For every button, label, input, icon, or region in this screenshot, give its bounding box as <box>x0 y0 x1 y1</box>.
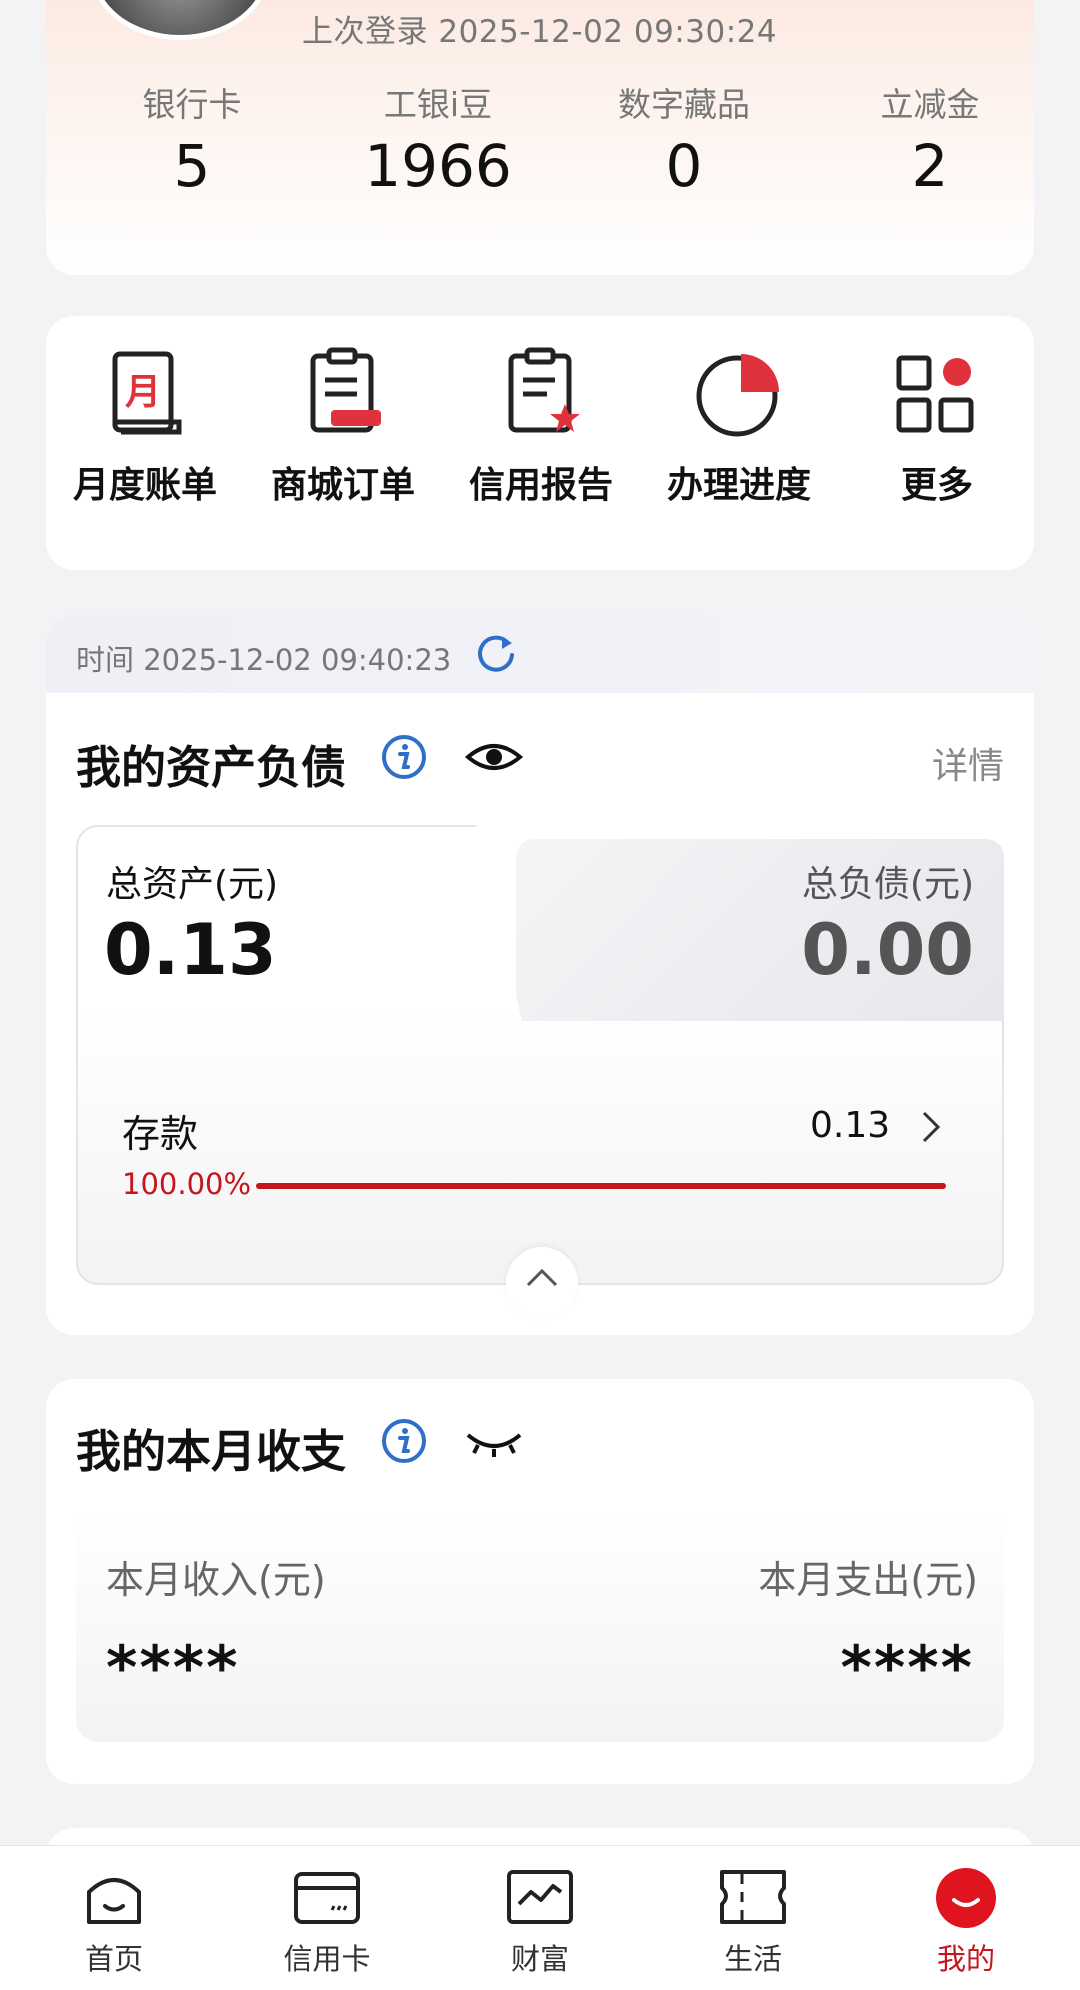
stat-i-beans[interactable]: 工银i豆 1966 <box>338 78 538 200</box>
wealth-icon <box>507 1870 573 1924</box>
deposit-progress-fill <box>256 1183 946 1189</box>
info-icon[interactable] <box>380 733 428 781</box>
monthly-title: 我的本月收支 <box>76 1425 347 1478</box>
chevron-up-icon <box>526 1268 558 1287</box>
quick-action-mall-order[interactable]: 商城订单 <box>258 346 428 508</box>
income-value: **** <box>106 1633 240 1703</box>
stat-digital-collectibles[interactable]: 数字藏品 0 <box>584 78 784 200</box>
bottom-nav: 首页 信用卡 财富 生活 我的 <box>0 1845 1080 1990</box>
life-icon <box>720 1870 786 1924</box>
quick-action-label: 更多 <box>900 465 973 506</box>
details-link[interactable]: 详情 <box>932 737 1004 789</box>
update-time-bar: 时间 2025-12-02 09:40:23 <box>46 615 1034 693</box>
assets-liabilities-card: 时间 2025-12-02 09:40:23 我的资产负债 详情 总资产(元) … <box>46 615 1034 1335</box>
stat-bank-cards[interactable]: 银行卡 5 <box>92 78 292 200</box>
quick-action-label: 商城订单 <box>270 465 415 506</box>
chevron-right-icon <box>922 1111 941 1143</box>
deposit-percent: 100.00% <box>122 1167 252 1201</box>
assets-title: 我的资产负债 <box>76 741 347 794</box>
nav-label: 财富 <box>510 1942 569 1976</box>
mall-order-icon <box>310 347 381 433</box>
progress-pie-icon <box>696 354 779 437</box>
avatar[interactable] <box>90 0 270 40</box>
nav-home[interactable]: 首页 <box>44 1866 184 1978</box>
deposit-label: 存款 <box>122 1112 199 1156</box>
quick-action-label: 月度账单 <box>72 465 217 506</box>
nav-label: 生活 <box>723 1942 782 1976</box>
stat-value: 2 <box>911 132 949 200</box>
stat-label: 工银i豆 <box>383 85 493 124</box>
stat-value: 5 <box>173 132 211 200</box>
me-icon <box>936 1868 996 1928</box>
total-assets-label: 总资产(元) <box>106 864 279 905</box>
update-time-text: 时间 2025-12-02 09:40:23 <box>76 643 452 677</box>
svg-text:月: 月 <box>125 372 161 413</box>
quick-action-monthly-bill[interactable]: 月 月度账单 <box>60 346 230 508</box>
nav-label: 信用卡 <box>283 1942 371 1976</box>
quick-action-label: 信用报告 <box>468 465 613 506</box>
nav-label: 首页 <box>84 1942 143 1976</box>
total-liabilities-value: 0.00 <box>801 909 974 991</box>
more-grid-icon <box>896 355 974 433</box>
stat-value: 0 <box>665 132 703 200</box>
nav-wealth[interactable]: 财富 <box>470 1866 610 1978</box>
nav-me[interactable]: 我的 <box>896 1866 1036 1978</box>
quick-action-more[interactable]: 更多 <box>852 346 1022 508</box>
eye-icon[interactable] <box>464 733 524 781</box>
asset-summary-panel: 总资产(元) 0.13 总负债(元) 0.00 存款 0.13 100.00% <box>76 825 1004 1285</box>
expense-value: **** <box>840 1633 974 1703</box>
collapse-button[interactable] <box>506 1247 578 1319</box>
quick-action-label: 办理进度 <box>666 465 811 506</box>
closed-eye-icon[interactable] <box>464 1423 524 1463</box>
monthly-income-expense-card: 我的本月收支 本月收入(元) 本月支出(元) **** **** <box>46 1379 1034 1784</box>
quick-action-progress[interactable]: 办理进度 <box>654 346 824 508</box>
credit-report-icon <box>508 347 580 433</box>
monthly-summary-panel: 本月收入(元) 本月支出(元) **** **** <box>76 1507 1004 1742</box>
credit-card-icon <box>294 1872 360 1924</box>
total-liabilities-label: 总负债(元) <box>801 864 974 905</box>
stat-label: 银行卡 <box>142 85 242 124</box>
quick-actions-card: 月 月度账单 商城订单 信用报告 办理进度 更多 <box>46 316 1034 570</box>
stat-instant-discount[interactable]: 立减金 2 <box>830 78 1030 200</box>
last-login-text: 上次登录 2025-12-02 09:30:24 <box>302 14 778 50</box>
stat-value: 1966 <box>364 132 512 200</box>
monthly-bill-icon: 月 <box>112 351 182 435</box>
nav-credit-card[interactable]: 信用卡 <box>257 1866 397 1978</box>
total-assets-value: 0.13 <box>104 909 277 991</box>
stat-label: 数字藏品 <box>618 85 750 124</box>
expense-label: 本月支出(元) <box>758 1558 978 1602</box>
deposit-progress-track <box>256 1183 946 1189</box>
info-icon[interactable] <box>380 1417 428 1465</box>
home-icon <box>87 1878 141 1924</box>
deposit-value: 0.13 <box>810 1105 891 1146</box>
quick-action-credit-report[interactable]: 信用报告 <box>456 346 626 508</box>
profile-card: 上次登录 2025-12-02 09:30:24 银行卡 5 工银i豆 1966… <box>46 0 1034 275</box>
refresh-icon[interactable] <box>474 631 518 675</box>
nav-life[interactable]: 生活 <box>683 1866 823 1978</box>
income-label: 本月收入(元) <box>106 1558 326 1602</box>
stat-label: 立减金 <box>880 85 980 124</box>
nav-label: 我的 <box>936 1942 995 1976</box>
